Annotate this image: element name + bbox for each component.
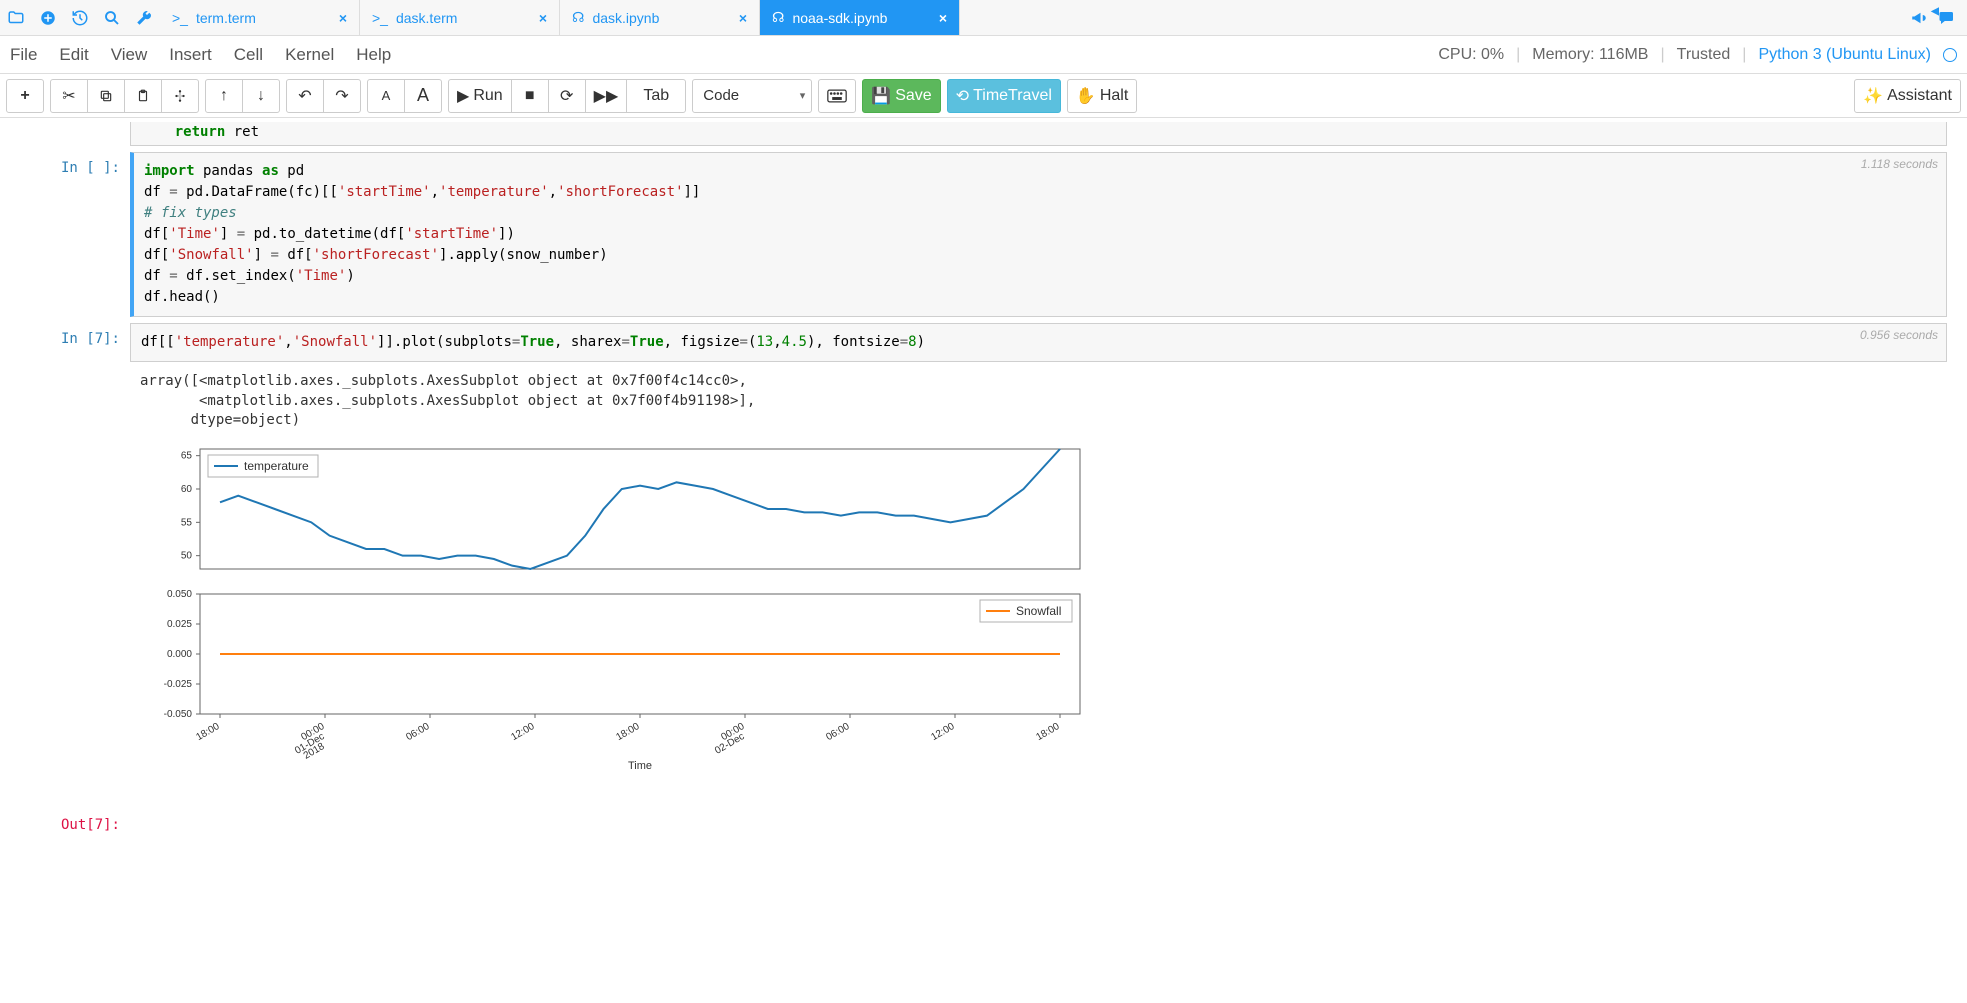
- svg-text:55: 55: [181, 517, 193, 528]
- svg-text:0.025: 0.025: [167, 619, 192, 630]
- redo-button[interactable]: ↷: [323, 79, 361, 113]
- svg-text:60: 60: [181, 484, 193, 495]
- svg-text:temperature: temperature: [244, 459, 309, 473]
- status-trusted[interactable]: Trusted: [1677, 46, 1731, 64]
- exec-time: 0.956 seconds: [1860, 328, 1938, 342]
- exec-time: 1.118 seconds: [1861, 157, 1938, 171]
- tab-label: dask.term: [396, 10, 457, 26]
- output-cell: array([<matplotlib.axes._subplots.AxesSu…: [20, 368, 1947, 803]
- font-larger-button[interactable]: A: [404, 79, 442, 113]
- tab-label: dask.ipynb: [592, 10, 659, 26]
- prompt: [20, 122, 130, 146]
- copy-button[interactable]: [87, 79, 125, 113]
- insert-cell-below-button[interactable]: +: [6, 79, 44, 113]
- timetravel-button[interactable]: ⟲ TimeTravel: [947, 79, 1061, 113]
- code-cell[interactable]: return ret: [20, 122, 1947, 146]
- celltype-select[interactable]: Code: [692, 79, 812, 113]
- svg-text:06:00: 06:00: [404, 721, 432, 743]
- new-file-icon[interactable]: [32, 0, 64, 36]
- notebook-area[interactable]: return ret In [ ]: 1.118 seconds import …: [0, 118, 1967, 1003]
- svg-text:18:00: 18:00: [194, 721, 222, 743]
- tab-label: noaa-sdk.ipynb: [792, 10, 887, 26]
- interrupt-button[interactable]: ■: [511, 79, 549, 113]
- prompt: In [ ]:: [20, 152, 130, 317]
- wrench-icon[interactable]: [128, 0, 160, 36]
- svg-text:12:00: 12:00: [929, 721, 957, 743]
- prompt: [20, 368, 130, 803]
- code-cell[interactable]: In [ ]: 1.118 seconds import pandas as p…: [20, 152, 1947, 317]
- menu-kernel[interactable]: Kernel: [285, 45, 334, 65]
- svg-text:0.050: 0.050: [167, 589, 192, 600]
- svg-text:12:00: 12:00: [509, 721, 537, 743]
- jupyter-icon: ☊: [572, 9, 584, 26]
- output-text: array([<matplotlib.axes._subplots.AxesSu…: [140, 372, 1937, 431]
- menu-insert[interactable]: Insert: [169, 45, 212, 65]
- svg-text:18:00: 18:00: [614, 721, 642, 743]
- tab-dask-ipynb[interactable]: ☊ dask.ipynb ×: [560, 0, 760, 35]
- toolbar: + ✂ ↑ ↓ ↶ ↷ A A ▶ Run ■ ⟳ ▶▶ Tab Code 💾 …: [0, 74, 1967, 118]
- history-icon[interactable]: [64, 0, 96, 36]
- svg-text:65: 65: [181, 450, 193, 461]
- close-icon[interactable]: ×: [339, 10, 347, 26]
- tab-term-term[interactable]: >_ term.term ×: [160, 0, 360, 35]
- prompt: In [7]:: [20, 323, 130, 362]
- kernel-indicator-icon[interactable]: [1943, 48, 1957, 62]
- svg-text:0.000: 0.000: [167, 649, 192, 660]
- move-down-button[interactable]: ↓: [242, 79, 280, 113]
- font-smaller-button[interactable]: A: [367, 79, 405, 113]
- assistant-button[interactable]: ✨ Assistant: [1854, 79, 1961, 113]
- svg-text:50: 50: [181, 550, 193, 561]
- svg-text:Time: Time: [628, 760, 652, 772]
- output-cell: Out[7]:: [20, 809, 1947, 833]
- status-cpu: CPU: 0%: [1438, 46, 1504, 64]
- close-icon[interactable]: ×: [539, 10, 547, 26]
- terminal-icon: >_: [372, 10, 388, 26]
- file-tab-bar: >_ term.term × >_ dask.term × ☊ dask.ipy…: [0, 0, 1967, 36]
- svg-text:18:00: 18:00: [1034, 721, 1062, 743]
- tab-label: term.term: [196, 10, 256, 26]
- keyboard-button[interactable]: [818, 79, 856, 113]
- tab-dask-term[interactable]: >_ dask.term ×: [360, 0, 560, 35]
- svg-text:Snowfall: Snowfall: [1016, 604, 1061, 618]
- status-kernel[interactable]: Python 3 (Ubuntu Linux): [1758, 46, 1931, 64]
- menu-bar: File Edit View Insert Cell Kernel Help C…: [0, 36, 1967, 74]
- format-button[interactable]: [161, 79, 199, 113]
- code-cell[interactable]: In [7]: 0.956 seconds df[['temperature',…: [20, 323, 1947, 362]
- close-icon[interactable]: ×: [939, 10, 947, 26]
- search-icon[interactable]: [96, 0, 128, 36]
- cut-button[interactable]: ✂: [50, 79, 88, 113]
- prompt-out: Out[7]:: [20, 809, 130, 833]
- svg-text:-0.050: -0.050: [164, 709, 193, 720]
- svg-text:-0.025: -0.025: [164, 679, 193, 690]
- close-icon[interactable]: ×: [739, 10, 747, 26]
- chat-icon[interactable]: ◀: [1935, 0, 1967, 36]
- move-up-button[interactable]: ↑: [205, 79, 243, 113]
- run-button[interactable]: ▶ Run: [448, 79, 512, 113]
- restart-button[interactable]: ⟳: [548, 79, 586, 113]
- run-all-button[interactable]: ▶▶: [585, 79, 628, 113]
- code-content[interactable]: return ret: [141, 122, 1936, 143]
- halt-button[interactable]: ✋ Halt: [1067, 79, 1137, 113]
- terminal-icon: >_: [172, 10, 188, 26]
- jupyter-icon: ☊: [772, 9, 784, 26]
- svg-text:06:00: 06:00: [824, 721, 852, 743]
- status-bar: CPU: 0% | Memory: 116MB | Trusted | Pyth…: [1438, 46, 1957, 64]
- tabs-container: >_ term.term × >_ dask.term × ☊ dask.ipy…: [160, 0, 1903, 35]
- undo-button[interactable]: ↶: [286, 79, 324, 113]
- code-content[interactable]: df[['temperature','Snowfall']].plot(subp…: [141, 332, 1936, 353]
- menu-cell[interactable]: Cell: [234, 45, 263, 65]
- menu-help[interactable]: Help: [356, 45, 391, 65]
- menu-edit[interactable]: Edit: [59, 45, 88, 65]
- tab-noaa-sdk-ipynb[interactable]: ☊ noaa-sdk.ipynb ×: [760, 0, 960, 35]
- menu-view[interactable]: View: [111, 45, 148, 65]
- tab-button[interactable]: Tab: [626, 79, 686, 113]
- open-folder-icon[interactable]: [0, 0, 32, 36]
- save-button[interactable]: 💾 Save: [862, 79, 940, 113]
- code-content[interactable]: import pandas as pd df = pd.DataFrame(fc…: [144, 161, 1936, 308]
- paste-button[interactable]: [124, 79, 162, 113]
- menu-file[interactable]: File: [10, 45, 37, 65]
- chart-output: 50 55 60 65 temperature -0.050 -0.025 0.000 0.02…: [140, 439, 1937, 799]
- status-memory: Memory: 116MB: [1532, 46, 1648, 64]
- matplotlib-figure: 50 55 60 65 temperature -0.050 -0.025 0.000 0.02…: [140, 439, 1100, 799]
